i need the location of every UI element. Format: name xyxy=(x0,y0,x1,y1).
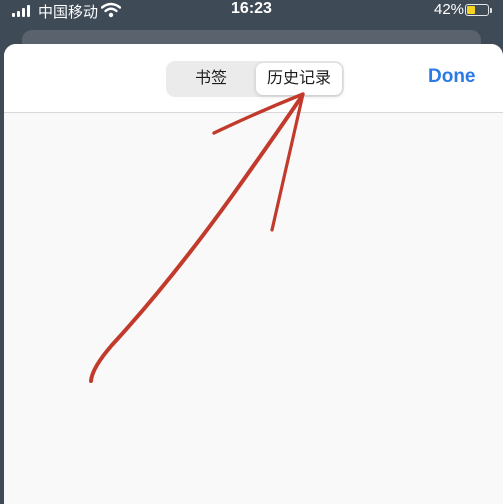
annotation-arrow xyxy=(89,92,305,383)
arrow-shaft xyxy=(89,94,304,383)
